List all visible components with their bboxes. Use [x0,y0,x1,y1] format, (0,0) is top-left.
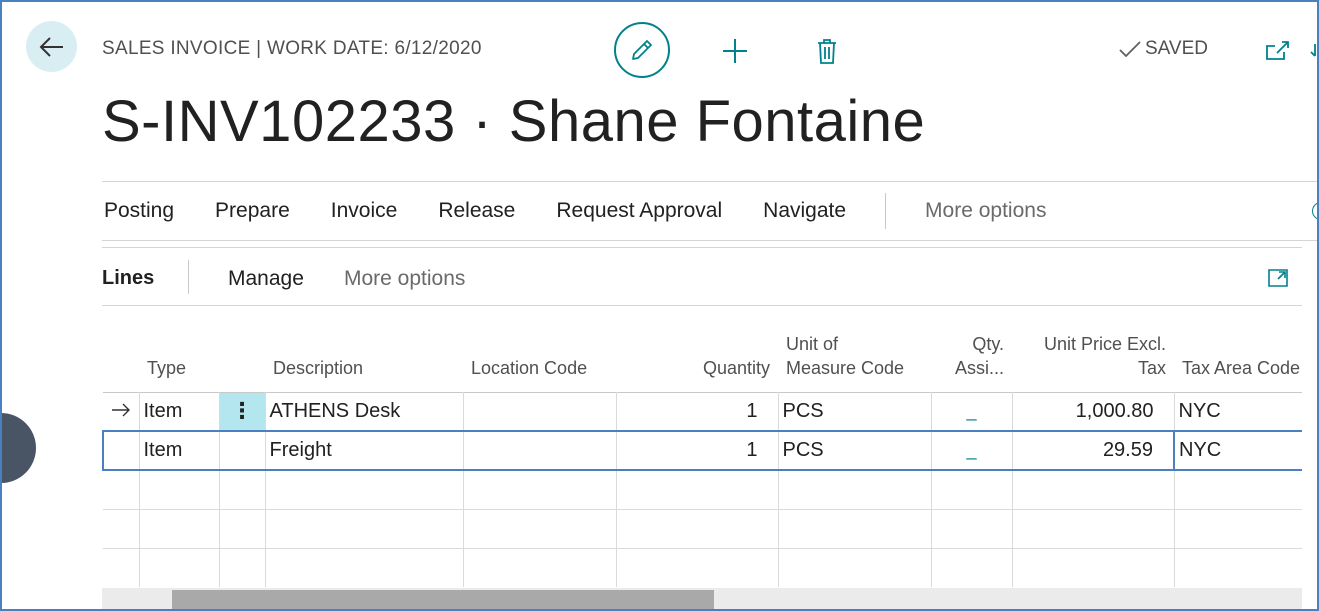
col-type-header[interactable]: Type [139,322,219,392]
page-caption: SALES INVOICE | WORK DATE: 6/12/2020 [102,38,482,59]
cell-description[interactable]: ATHENS Desk [265,391,464,431]
back-button[interactable] [26,21,77,72]
grid-header-row: Type Description Location Code Quantity … [103,322,1302,392]
cell-quantity[interactable]: 1 [616,430,779,471]
cell-location[interactable] [463,430,617,471]
table-row[interactable]: Item Freight 1 PCS _ 29.59 NYC [102,430,1302,471]
collapse-icon[interactable] [1309,38,1317,62]
lines-toolbar: Lines Manage More options [102,247,1302,306]
plus-icon [723,39,747,63]
col-qty-line2: Assi... [954,357,1004,378]
expand-lines-button[interactable] [1267,268,1289,288]
lines-more-options[interactable]: More options [344,267,465,291]
lines-table: Type Description Location Code Quantity … [102,322,1302,587]
side-panel-toggle[interactable] [2,413,36,483]
pencil-icon [632,40,652,60]
cell-type[interactable]: Item [139,391,220,431]
row-menu-icon[interactable]: ⋮ [219,391,266,431]
col-uom-header[interactable]: Unit of Measure Code [778,322,931,392]
col-price-line1: Unit Price Excl. [1043,333,1166,354]
trash-icon [818,39,836,64]
action-bar: Posting Prepare Invoice Release Request … [102,181,1317,241]
info-circle-icon[interactable] [1312,202,1317,220]
action-prepare[interactable]: Prepare [215,199,290,223]
current-row-arrow-icon [103,391,140,431]
open-in-new-window-button[interactable] [1264,38,1290,62]
new-button[interactable] [718,34,752,68]
action-navigate[interactable]: Navigate [763,199,846,223]
col-uom-line2: Measure Code [786,357,905,378]
cell-uom[interactable]: PCS [778,391,932,431]
row-menu-cell[interactable] [219,430,266,471]
delete-button[interactable] [812,34,842,68]
col-price-line2: Tax [1137,357,1166,378]
cell-unit-price[interactable]: 29.59 [1012,430,1175,471]
col-quantity-header[interactable]: Quantity [616,322,778,392]
action-invoice[interactable]: Invoice [331,199,398,223]
lines-title: Lines [102,267,155,289]
col-description-header[interactable]: Description [265,322,463,392]
cell-type[interactable]: Item [139,430,220,471]
checkmark-icon [1119,41,1141,58]
empty-row[interactable] [103,547,1302,587]
lines-manage[interactable]: Manage [228,267,304,291]
table-row[interactable]: Item ⋮ ATHENS Desk 1 PCS _ 1,000.80 NYC [103,391,1302,431]
page-title: S-INV102233 · Shane Fontaine [102,89,926,154]
cell-tax-area[interactable]: NYC [1174,391,1302,431]
col-tax-area-header[interactable]: Tax Area Code [1174,322,1302,392]
action-request-approval[interactable]: Request Approval [556,199,722,223]
lines-grid: Type Description Location Code Quantity … [102,322,1302,609]
action-divider [885,193,887,229]
cell-qty-assigned[interactable]: _ [931,391,1013,431]
cell-location[interactable] [463,391,617,431]
col-unit-price-header[interactable]: Unit Price Excl. Tax [1012,322,1174,392]
open-in-new-window-icon [1266,41,1289,60]
saved-label: SAVED [1145,38,1209,59]
col-arrow-header [103,322,139,392]
cell-quantity[interactable]: 1 [616,391,779,431]
empty-row[interactable] [103,469,1302,509]
col-qty-line1: Qty. [972,333,1004,354]
action-release[interactable]: Release [438,199,515,223]
scrollbar-thumb[interactable] [172,590,714,609]
row-marker [102,430,140,471]
cell-qty-assigned[interactable]: _ [931,430,1013,471]
cell-description[interactable]: Freight [265,430,464,471]
col-qty-assigned-header[interactable]: Qty. Assi... [931,322,1012,392]
col-menu-header [219,322,265,392]
saved-status: SAVED [1118,38,1208,60]
lines-divider [188,260,189,294]
action-posting[interactable]: Posting [104,199,174,223]
expand-icon [1268,269,1288,287]
col-uom-line1: Unit of [786,333,839,354]
empty-row[interactable] [103,508,1302,548]
cell-tax-area[interactable]: NYC [1174,430,1302,471]
col-location-header[interactable]: Location Code [463,322,616,392]
action-more-options[interactable]: More options [925,199,1046,223]
cell-unit-price[interactable]: 1,000.80 [1012,391,1175,431]
edit-button[interactable] [614,22,670,78]
back-arrow-icon [39,36,63,57]
cell-uom[interactable]: PCS [778,430,932,471]
horizontal-scrollbar[interactable] [102,588,1302,609]
app-window: SALES INVOICE | WORK DATE: 6/12/2020 SAV… [0,0,1319,611]
